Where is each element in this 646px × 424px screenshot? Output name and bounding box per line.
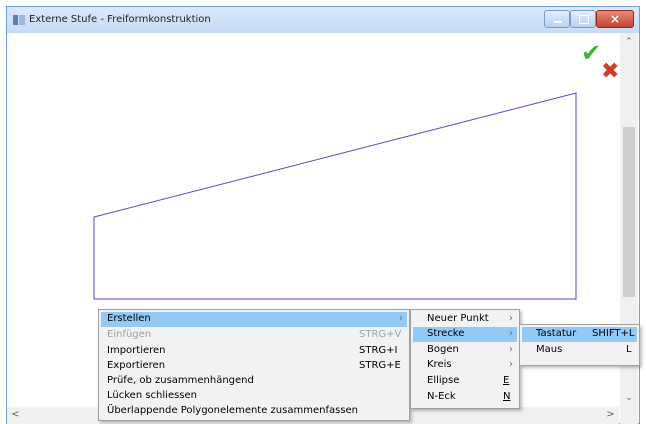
menu-item-label: Exportieren — [107, 360, 166, 371]
submenu-item-label: Tastatur — [536, 328, 577, 339]
submenu-item-shortcut: SHIFT+L — [592, 328, 635, 339]
scroll-up-icon[interactable]: ⌃ — [620, 33, 638, 51]
menu-item-luecken-schliessen[interactable]: Lücken schliessen — [101, 389, 407, 404]
title-bar[interactable]: Externe Stufe - Freiformkonstruktion × — [7, 7, 639, 33]
submenu-item-label: Bogen — [427, 344, 459, 355]
submenu-arrow-icon: › — [509, 313, 513, 324]
submenu-item-shortcut: E — [503, 375, 510, 386]
submenu-item-label: Ellipse — [427, 375, 460, 386]
menu-item-ueberlappende-zusammenfassen[interactable]: Überlappende Polygonelemente zusammenfas… — [101, 404, 407, 419]
submenu-item-tastatur[interactable]: Tastatur SHIFT+L — [522, 327, 637, 342]
submenu-item-maus[interactable]: Maus L — [522, 343, 637, 358]
submenu-arrow-icon: › — [509, 344, 513, 355]
submenu-item-kreis[interactable]: Kreis › — [413, 358, 517, 373]
submenu-arrow-icon: › — [509, 328, 513, 339]
submenu-item-shortcut: L — [626, 344, 632, 355]
submenu-item-neuer-punkt[interactable]: Neuer Punkt › — [413, 312, 517, 327]
menu-item-exportieren[interactable]: Exportieren STRG+E — [101, 359, 407, 374]
menu-item-shortcut: STRG+E — [359, 360, 401, 371]
menu-item-shortcut: STRG+V — [359, 329, 402, 340]
submenu-item-n-eck[interactable]: N-Eck N — [413, 390, 517, 405]
cancel-x-icon[interactable]: ✖ — [601, 59, 619, 84]
scroll-down-icon[interactable]: ⌄ — [620, 389, 638, 407]
submenu-item-shortcut: N — [503, 391, 511, 402]
submenu-item-bogen[interactable]: Bogen › — [413, 343, 517, 358]
window-title: Externe Stufe - Freiformkonstruktion — [29, 14, 211, 25]
size-grip[interactable] — [620, 407, 638, 424]
menu-item-label: Überlappende Polygonelemente zusammenfas… — [107, 405, 359, 416]
scroll-left-icon[interactable]: < — [7, 407, 24, 424]
menu-item-label: Einfügen — [107, 329, 152, 340]
menu-item-label: Prüfe, ob zusammenhängend — [107, 375, 254, 386]
menu-item-pruefe-zusammenhaengend[interactable]: Prüfe, ob zusammenhängend — [101, 374, 407, 389]
maximize-button[interactable] — [570, 10, 596, 28]
app-icon — [13, 15, 25, 25]
minimize-icon — [554, 21, 562, 23]
menu-item-einfuegen: Einfügen STRG+V — [101, 328, 407, 343]
context-menu: Erstellen › Einfügen STRG+V Importieren … — [98, 309, 410, 421]
scroll-right-icon[interactable]: > — [602, 407, 619, 424]
submenu-strecke: Tastatur SHIFT+L Maus L — [519, 324, 640, 366]
close-icon: × — [609, 12, 621, 26]
submenu-item-label: Neuer Punkt — [427, 313, 489, 324]
menu-item-label: Importieren — [107, 345, 166, 356]
submenu-item-label: N-Eck — [427, 391, 456, 402]
maximize-icon — [579, 15, 589, 24]
submenu-item-ellipse[interactable]: Ellipse E — [413, 374, 517, 389]
menu-item-importieren[interactable]: Importieren STRG+I — [101, 344, 407, 359]
minimize-button[interactable] — [544, 10, 570, 28]
close-button[interactable]: × — [596, 10, 634, 28]
submenu-item-label: Kreis — [427, 359, 452, 370]
menu-item-shortcut: STRG+I — [359, 345, 398, 356]
submenu-arrow-icon: › — [509, 359, 513, 370]
ok-cancel-corner: ✔ ✖ — [577, 37, 625, 93]
stair-outline — [93, 92, 577, 300]
submenu-erstellen: Neuer Punkt › Strecke › Bogen › Kreis › … — [410, 309, 520, 409]
menu-item-label: Lücken schliessen — [107, 390, 197, 401]
submenu-arrow-icon: › — [399, 313, 403, 324]
submenu-item-label: Strecke — [427, 328, 465, 339]
submenu-item-strecke[interactable]: Strecke › — [413, 327, 517, 342]
menu-item-erstellen[interactable]: Erstellen › — [101, 312, 407, 327]
menu-item-label: Erstellen — [107, 313, 151, 324]
submenu-item-label: Maus — [536, 344, 563, 355]
confirm-check-icon[interactable]: ✔ — [581, 39, 601, 67]
vertical-scroll-thumb[interactable] — [623, 127, 635, 297]
